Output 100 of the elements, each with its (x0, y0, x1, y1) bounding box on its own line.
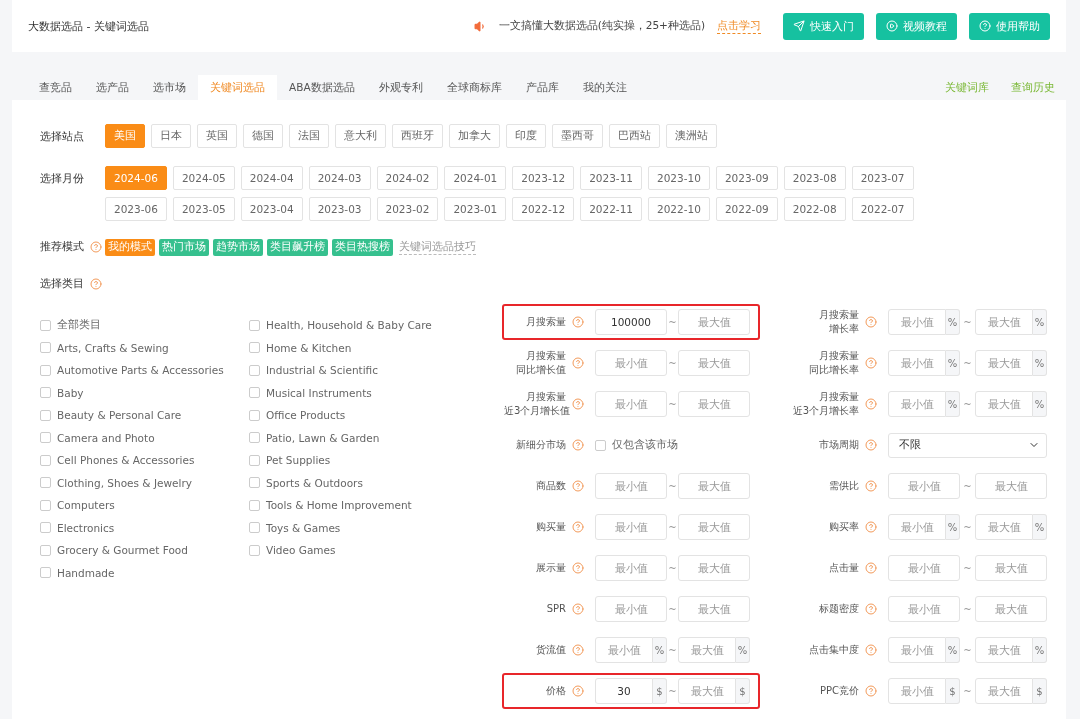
site-option[interactable]: 西班牙 (392, 124, 443, 148)
help-icon[interactable] (865, 644, 877, 656)
help-icon[interactable] (865, 562, 877, 574)
month-option[interactable]: 2024-03 (308, 166, 371, 190)
month-option[interactable]: 2022-10 (648, 197, 710, 221)
range-input[interactable]: 最小值 (888, 678, 946, 704)
checkbox[interactable] (249, 409, 260, 421)
month-option[interactable]: 2023-07 (851, 166, 914, 190)
help-icon[interactable] (90, 241, 102, 253)
help-icon[interactable] (572, 521, 584, 533)
help-icon[interactable] (865, 316, 877, 328)
month-option[interactable]: 2023-03 (308, 197, 371, 221)
month-option[interactable]: 2024-01 (444, 166, 507, 190)
tab[interactable]: 全球商标库 (434, 75, 514, 100)
month-option[interactable]: 2024-02 (376, 166, 439, 190)
site-option[interactable]: 法国 (289, 124, 329, 148)
help-icon[interactable] (90, 278, 102, 290)
range-input[interactable]: 最小值 (595, 596, 667, 622)
month-option[interactable]: 2024-04 (240, 166, 303, 190)
site-option[interactable]: 德国 (243, 124, 283, 148)
help-icon[interactable] (865, 357, 877, 369)
range-input[interactable]: 最大值 (975, 514, 1033, 540)
help-icon[interactable] (572, 398, 584, 410)
site-option[interactable]: 意大利 (335, 124, 386, 148)
help-icon[interactable] (572, 562, 584, 574)
range-input[interactable]: 最小值 (595, 555, 667, 581)
range-input[interactable]: 最小值 (888, 391, 946, 417)
help-icon[interactable] (572, 439, 584, 451)
checkbox[interactable] (40, 364, 51, 376)
checkbox[interactable] (249, 432, 260, 443)
help-icon[interactable] (572, 357, 584, 369)
range-input[interactable]: 最大值 (678, 350, 750, 376)
range-input[interactable]: 最小值 (595, 514, 667, 540)
range-input[interactable]: 30 (595, 678, 653, 704)
range-input[interactable]: 最大值 (975, 555, 1047, 581)
month-option[interactable]: 2023-02 (376, 197, 439, 221)
range-input[interactable]: 最小值 (888, 309, 946, 335)
checkbox[interactable] (249, 342, 260, 353)
month-option[interactable]: 2023-12 (512, 166, 575, 190)
checkbox[interactable] (249, 364, 260, 376)
checkbox[interactable] (249, 477, 260, 488)
range-input[interactable]: 最大值 (678, 473, 750, 499)
help-icon[interactable] (865, 521, 877, 533)
help-icon[interactable] (865, 398, 877, 410)
help-icon[interactable] (572, 685, 584, 697)
month-option[interactable]: 2023-09 (715, 166, 778, 190)
checkbox[interactable] (40, 567, 51, 578)
help-icon[interactable] (572, 480, 584, 492)
range-input[interactable]: 最大值 (975, 678, 1033, 704)
range-input[interactable]: 最小值 (888, 514, 946, 540)
site-option[interactable]: 澳洲站 (666, 124, 717, 148)
month-option[interactable]: 2022-11 (580, 197, 642, 221)
month-option[interactable]: 2022-08 (783, 197, 846, 221)
range-input[interactable]: 最大值 (975, 309, 1033, 335)
tips-link[interactable]: 关键词选品技巧 (399, 239, 476, 255)
help-icon[interactable] (865, 439, 877, 451)
checkbox[interactable] (595, 439, 606, 451)
range-input[interactable]: 最大值 (678, 391, 750, 417)
range-input[interactable]: 最大值 (975, 350, 1033, 376)
help-icon[interactable] (572, 603, 584, 615)
site-option[interactable]: 加拿大 (449, 124, 500, 148)
range-input[interactable]: 最小值 (888, 555, 960, 581)
checkbox[interactable] (249, 499, 260, 511)
range-input[interactable]: 最小值 (888, 596, 960, 622)
range-input[interactable]: 最小值 (595, 350, 667, 376)
tab[interactable]: 选市场 (141, 75, 198, 100)
range-input[interactable]: 最大值 (678, 637, 736, 663)
month-option[interactable]: 2022-07 (851, 197, 914, 221)
range-input[interactable]: 最小值 (888, 473, 960, 499)
month-option[interactable]: 2023-11 (580, 166, 642, 190)
checkbox[interactable] (40, 522, 51, 533)
range-input[interactable]: 最大值 (975, 391, 1033, 417)
help-icon[interactable] (572, 644, 584, 656)
month-option[interactable]: 2024-05 (172, 166, 235, 190)
tab[interactable]: 查竞品 (27, 75, 84, 100)
checkbox[interactable] (40, 387, 51, 398)
checkbox[interactable] (249, 387, 260, 398)
help-icon[interactable] (572, 316, 584, 328)
checkbox[interactable] (40, 319, 51, 331)
range-input[interactable]: 最大值 (678, 596, 750, 622)
checkbox[interactable] (249, 454, 260, 466)
tab[interactable]: 选产品 (84, 75, 141, 100)
range-input[interactable]: 最小值 (888, 350, 946, 376)
month-option[interactable]: 2023-06 (105, 197, 167, 221)
month-option[interactable]: 2022-09 (715, 197, 778, 221)
help-icon[interactable] (865, 685, 877, 697)
tab[interactable]: ABA数据选品 (277, 75, 367, 100)
tab[interactable]: 产品库 (513, 75, 571, 100)
range-input[interactable]: 最大值 (678, 514, 750, 540)
checkbox[interactable] (40, 499, 51, 511)
month-option[interactable]: 2023-08 (783, 166, 846, 190)
site-option[interactable]: 英国 (197, 124, 237, 148)
checkbox[interactable] (40, 342, 51, 353)
range-input[interactable]: 最大值 (678, 678, 736, 704)
checkbox[interactable] (40, 409, 51, 421)
checkbox[interactable] (40, 477, 51, 488)
month-option[interactable]: 2022-12 (512, 197, 575, 221)
checkbox[interactable] (249, 522, 260, 533)
tab[interactable]: 我的关注 (570, 75, 639, 100)
month-option[interactable]: 2023-01 (444, 197, 507, 221)
